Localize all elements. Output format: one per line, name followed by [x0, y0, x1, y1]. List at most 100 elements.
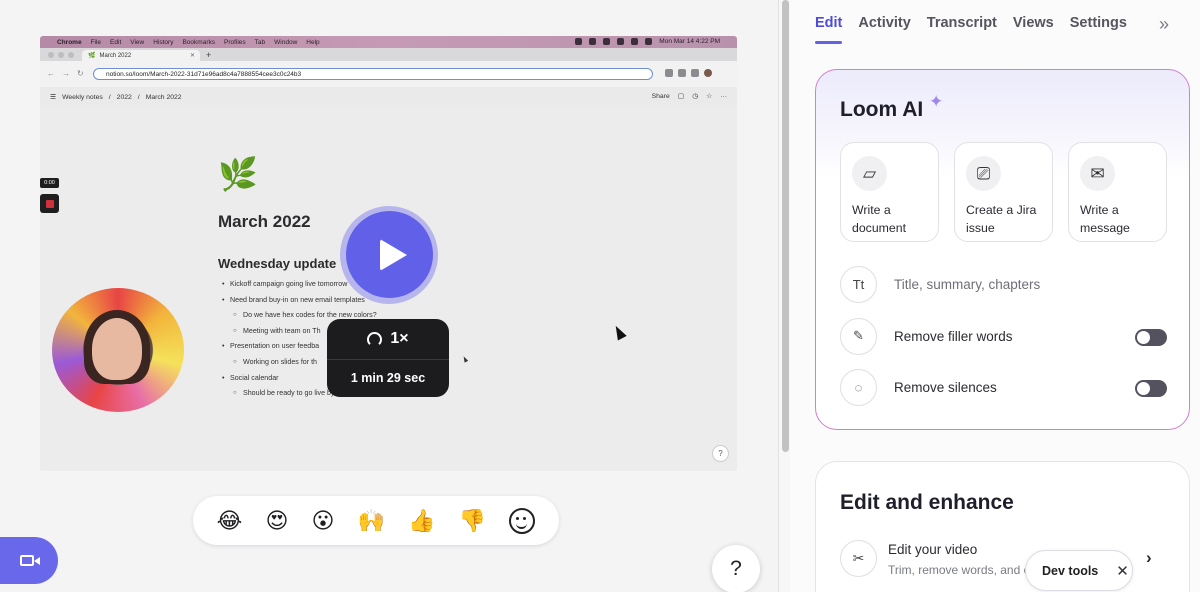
write-document-button[interactable]: ▱ Write a document [840, 142, 939, 242]
extension-icon [691, 69, 699, 77]
menubar-item: View [130, 38, 145, 46]
menubar-item: Tab [254, 38, 266, 46]
star-icon: ☆ [706, 93, 713, 100]
wifi-icon [631, 38, 639, 45]
help-button[interactable]: ? [712, 545, 760, 592]
title-summary-chapters-label: Title, summary, chapters [894, 276, 1041, 292]
dev-tools-pill[interactable]: Dev tools ✕ [1025, 550, 1133, 591]
tab-activity[interactable]: Activity [858, 15, 910, 31]
chevron-right-icon: › [1146, 548, 1152, 567]
status-icon [589, 38, 597, 45]
stop-icon [45, 199, 54, 208]
mac-menubar: Chrome File Edit View History Bookmarks … [40, 36, 737, 48]
side-panel: Edit Activity Transcript Views Settings … [790, 0, 1200, 592]
reaction-raised-hands[interactable]: 🙌 [358, 509, 385, 532]
scrollbar-thumb[interactable] [782, 0, 789, 452]
edit-enhance-title: Edit and enhance [840, 491, 1014, 514]
collapse-panel-icon[interactable]: » [1159, 14, 1169, 35]
magic-wand-icon: ✎ [840, 317, 877, 355]
speed-gauge-icon [367, 331, 383, 347]
status-icon [603, 38, 611, 45]
breadcrumb-item: Weekly notes [62, 93, 103, 101]
menubar-item: History [153, 38, 174, 46]
breadcrumb-item: March 2022 [145, 93, 182, 101]
left-scrollbar[interactable] [778, 0, 790, 592]
page-title: March 2022 [218, 212, 311, 231]
recording-timer: 0:00 [40, 178, 59, 188]
write-message-label: Write a message [1080, 203, 1130, 235]
edit-video-description: Trim, remove words, and c [888, 563, 1030, 577]
remove-filler-words-toggle[interactable] [1135, 329, 1167, 346]
menubar-app: Chrome [57, 38, 82, 46]
browser-nav: ← → ↻ [47, 69, 84, 78]
loom-ai-title: Loom AI [840, 98, 924, 121]
more-icon: ··· [720, 92, 727, 100]
extension-icon [665, 69, 673, 77]
list-item: Need brand buy-in on new email templates [222, 293, 377, 309]
playback-speed[interactable]: 1× [327, 319, 449, 359]
remove-silences-toggle[interactable] [1135, 380, 1167, 397]
new-tab-icon: + [206, 50, 212, 60]
remove-filler-words-label: Remove filler words [894, 328, 1013, 344]
tab-edit[interactable]: Edit [815, 15, 843, 44]
sparkle-icon: ✦ [929, 92, 944, 111]
back-icon: ← [47, 69, 55, 78]
speed-value: 1× [390, 330, 409, 347]
url-text: notion.so/loom/March-2022-31d71e96ad8c4a… [106, 70, 302, 78]
close-icon[interactable]: ✕ [1116, 562, 1129, 580]
reaction-thumbs-up[interactable]: 👍 [408, 509, 435, 532]
reaction-heart-eyes[interactable]: 😍 [265, 509, 288, 532]
extensions [665, 69, 712, 77]
video-area: Chrome File Edit View History Bookmarks … [0, 0, 778, 592]
menubar-item: Profiles [223, 38, 246, 46]
reaction-bar: 😂 😍 😮 🙌 👍 👎 [193, 496, 559, 545]
reaction-thumbs-down[interactable]: 👎 [459, 509, 486, 532]
play-button[interactable] [346, 211, 433, 298]
forward-icon: → [62, 69, 70, 78]
status-icon [575, 38, 583, 45]
playback-info[interactable]: 1× 1 min 29 sec [327, 319, 449, 397]
remove-silences-label: Remove silences [894, 379, 997, 395]
video-duration: 1 min 29 sec [350, 371, 426, 385]
menubar-item: File [90, 38, 102, 46]
video-camera-icon [19, 555, 40, 566]
window-controls [40, 48, 82, 61]
dev-tools-label: Dev tools [1042, 563, 1099, 578]
write-document-label: Write a document [852, 203, 907, 235]
tab-settings[interactable]: Settings [1070, 15, 1127, 31]
address-bar: notion.so/loom/March-2022-31d71e96ad8c4a… [93, 68, 653, 80]
title-summary-chapters-option[interactable]: Tt Title, summary, chapters [840, 265, 1170, 303]
presenter-face [92, 318, 142, 380]
browser-tab: 🌿 March 2022 ✕ [82, 50, 200, 61]
recording-stop-button [40, 194, 59, 213]
breadcrumb: ☰ Weekly notes / 2022 / March 2022 [50, 93, 182, 102]
reaction-laugh[interactable]: 😂 [217, 509, 243, 532]
record-video-button[interactable] [0, 537, 58, 584]
menubar-item: Window [274, 38, 298, 46]
extension-icon [678, 69, 686, 77]
write-message-button[interactable]: ✉ Write a message [1068, 142, 1167, 242]
text-sparkle-icon: Tt [840, 265, 877, 303]
tab-transcript[interactable]: Transcript [927, 15, 997, 31]
panel-tabs: Edit Activity Transcript Views Settings [815, 15, 1127, 44]
notion-actions: Share ▢ ◷ ☆ ··· [652, 92, 727, 101]
history-icon: ◷ [692, 93, 699, 100]
remove-filler-words-option: ✎ Remove filler words [840, 317, 1170, 355]
play-icon [379, 238, 407, 271]
dashed-circle-icon: ◌ [840, 368, 877, 406]
menubar-status: Mon Mar 14 4:22 PM [575, 38, 729, 45]
breadcrumb-item: 2022 [116, 93, 132, 101]
status-icon [617, 38, 625, 45]
create-jira-issue-button[interactable]: ⎚ Create a Jira issue [954, 142, 1053, 242]
reload-icon: ↻ [77, 69, 84, 78]
document-plus-icon: ▱ [852, 156, 887, 191]
avatar [704, 69, 712, 77]
reaction-wow[interactable]: 😮 [312, 509, 335, 532]
comment-icon: ▢ [677, 93, 685, 100]
edit-enhance-card: Edit and enhance ✂ Edit your video Trim,… [815, 461, 1190, 592]
remove-silences-option: ◌ Remove silences [840, 368, 1170, 406]
loom-ai-card: Loom AI ✦ ▱ Write a document ⎚ Create a … [815, 69, 1190, 430]
tab-views[interactable]: Views [1013, 15, 1054, 31]
add-reaction-icon[interactable] [509, 507, 536, 534]
menubar-item: Help [306, 38, 320, 46]
